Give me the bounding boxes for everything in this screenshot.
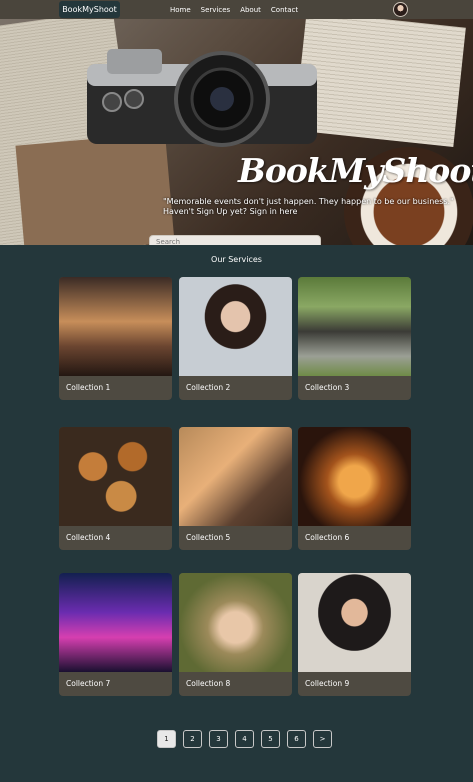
collection-image bbox=[298, 277, 411, 376]
collection-card-8[interactable]: Collection 8 bbox=[179, 573, 292, 696]
collection-caption: Collection 1 bbox=[66, 383, 111, 392]
collection-card-7[interactable]: Collection 7 bbox=[59, 573, 172, 696]
collection-image bbox=[179, 573, 292, 672]
hero-banner: BookMyShoot "Memorable events don't just… bbox=[0, 19, 473, 245]
collection-caption: Collection 9 bbox=[305, 679, 350, 688]
search-input[interactable] bbox=[149, 235, 321, 245]
collection-image bbox=[179, 277, 292, 376]
services-heading: Our Services bbox=[211, 255, 262, 264]
hero-tagline: "Memorable events don't just happen. The… bbox=[163, 197, 454, 217]
page-button-5[interactable]: 5 bbox=[261, 730, 280, 748]
navbar: BookMyShoot Home Services About Contact bbox=[0, 0, 473, 19]
signup-prompt-link[interactable]: Haven't Sign Up yet? Sign in here bbox=[163, 207, 454, 217]
collection-image bbox=[59, 277, 172, 376]
collection-card-9[interactable]: Collection 9 bbox=[298, 573, 411, 696]
collection-card-2[interactable]: Collection 2 bbox=[179, 277, 292, 400]
collection-image bbox=[59, 573, 172, 672]
collection-caption: Collection 7 bbox=[66, 679, 111, 688]
collection-caption: Collection 5 bbox=[186, 533, 231, 542]
collection-caption: Collection 3 bbox=[305, 383, 350, 392]
page-button-2[interactable]: 2 bbox=[183, 730, 202, 748]
collection-caption: Collection 6 bbox=[305, 533, 350, 542]
page-button-4[interactable]: 4 bbox=[235, 730, 254, 748]
collection-card-1[interactable]: Collection 1 bbox=[59, 277, 172, 400]
collection-caption: Collection 8 bbox=[186, 679, 231, 688]
collection-image bbox=[59, 427, 172, 526]
next-page-button[interactable]: > bbox=[313, 730, 332, 748]
collection-card-5[interactable]: Collection 5 bbox=[179, 427, 292, 550]
brand-button[interactable]: BookMyShoot bbox=[59, 1, 120, 18]
collection-card-6[interactable]: Collection 6 bbox=[298, 427, 411, 550]
hero-title: BookMyShoot bbox=[238, 151, 473, 190]
collection-card-4[interactable]: Collection 4 bbox=[59, 427, 172, 550]
page-button-1[interactable]: 1 bbox=[157, 730, 176, 748]
collection-caption: Collection 2 bbox=[186, 383, 231, 392]
collection-card-3[interactable]: Collection 3 bbox=[298, 277, 411, 400]
nav-link-home[interactable]: Home bbox=[170, 6, 191, 14]
hero-quote: "Memorable events don't just happen. The… bbox=[163, 197, 454, 206]
pagination: 1 2 3 4 5 6 > bbox=[157, 730, 332, 748]
collection-caption: Collection 4 bbox=[66, 533, 111, 542]
nav-link-about[interactable]: About bbox=[240, 6, 261, 14]
nav-link-contact[interactable]: Contact bbox=[271, 6, 298, 14]
nav-links: Home Services About Contact bbox=[170, 0, 298, 19]
collection-image bbox=[179, 427, 292, 526]
page-button-6[interactable]: 6 bbox=[287, 730, 306, 748]
nav-link-services[interactable]: Services bbox=[201, 6, 231, 14]
page-button-3[interactable]: 3 bbox=[209, 730, 228, 748]
collection-image bbox=[298, 427, 411, 526]
collection-image bbox=[298, 573, 411, 672]
camera-illustration bbox=[87, 49, 317, 147]
user-avatar[interactable] bbox=[393, 2, 408, 17]
